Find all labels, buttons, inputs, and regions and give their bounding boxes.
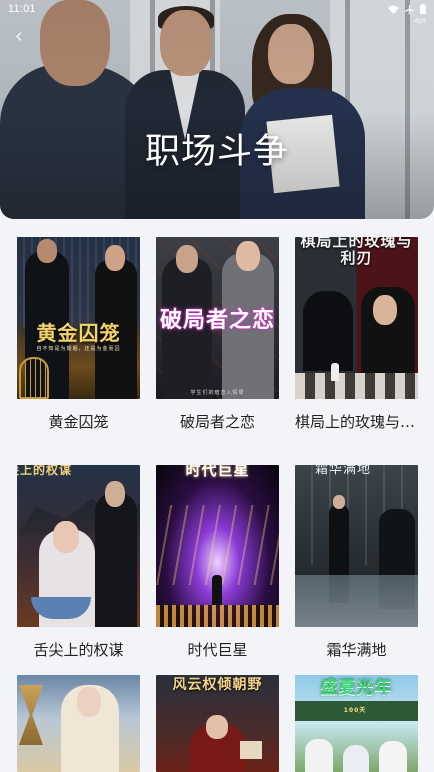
jewelry-box <box>240 741 262 759</box>
man-figure <box>95 493 137 627</box>
student-figure <box>343 745 369 772</box>
stage-lights-row <box>156 605 279 627</box>
drama-cover[interactable]: 时代巨星 <box>156 465 279 627</box>
drama-card[interactable]: 黄金囚笼 自不知是为婚姻，还是为金而囚 黄金囚笼 <box>17 237 140 431</box>
drama-cover[interactable] <box>17 675 140 772</box>
man-silhouette <box>303 291 353 371</box>
face <box>105 245 125 271</box>
drama-cover[interactable]: 舌尖上的权谋 <box>17 465 140 627</box>
hero-banner: 11:01 4p9 职场斗争 <box>0 0 434 219</box>
drama-title[interactable]: 破局者之恋 <box>156 411 279 432</box>
face <box>105 481 125 507</box>
face <box>206 715 228 739</box>
drama-card[interactable]: 霜华满地 霜华满地 <box>295 465 418 659</box>
drama-card[interactable]: 盛夏光年 100天 <box>295 675 418 772</box>
drama-cover[interactable]: 盛夏光年 100天 <box>295 675 418 772</box>
face <box>176 245 198 273</box>
cover-title: 棋局上的玫瑰与利刃 <box>300 237 413 267</box>
drama-cover[interactable]: 棋局上的玫瑰与利刃 <box>295 237 418 399</box>
cover-title: 黄金囚笼 <box>36 321 121 345</box>
drama-card[interactable]: 风云权倾朝野 <box>156 675 279 772</box>
cover-title: 时代巨星 <box>185 465 250 479</box>
cover-title: 舌尖上的权谋 <box>17 465 72 477</box>
status-time: 11:01 <box>8 3 36 15</box>
hourglass <box>19 685 43 745</box>
cover-title: 风云权倾朝野 <box>172 677 263 693</box>
corner-tag: 4p9 <box>414 18 426 25</box>
drama-title[interactable]: 黄金囚笼 <box>17 411 140 432</box>
face <box>333 495 345 509</box>
drama-cover[interactable]: 霜华满地 <box>295 465 418 627</box>
drama-title[interactable]: 霜华满地 <box>295 639 418 660</box>
drama-card[interactable]: 破局者之恋 学生们的暗恋入情局 破局者之恋 <box>156 237 279 431</box>
student-figure <box>305 739 333 772</box>
drama-cover[interactable]: 黄金囚笼 自不知是为婚姻，还是为金而囚 <box>17 237 140 399</box>
cover-title: 盛夏光年 <box>320 678 393 698</box>
drama-card[interactable]: 棋局上的玫瑰与利刃 棋局上的玫瑰与利刃 <box>295 237 418 431</box>
drama-cover[interactable]: 风云权倾朝野 <box>156 675 279 772</box>
cover-title: 破局者之恋 <box>159 308 275 333</box>
drama-title[interactable]: 舌尖上的权谋 <box>17 639 140 660</box>
wifi-icon <box>388 5 399 17</box>
drama-cover[interactable]: 破局者之恋 学生们的暗恋入情局 <box>156 237 279 399</box>
face <box>236 241 260 271</box>
airplane-icon <box>405 4 414 17</box>
gold-cage <box>19 357 49 399</box>
status-icons <box>388 4 426 17</box>
student-figure <box>379 741 407 772</box>
drama-title[interactable]: 时代巨星 <box>156 639 279 660</box>
frost-floor <box>295 575 418 627</box>
back-button[interactable] <box>10 26 28 48</box>
face <box>373 295 397 325</box>
face <box>77 687 101 717</box>
cover-title: 霜华满地 <box>314 465 371 477</box>
face <box>53 521 79 553</box>
cover-caption: 自不知是为婚姻，还是为金而囚 <box>36 346 121 352</box>
chessboard <box>295 373 418 399</box>
chevron-left-icon <box>16 30 22 44</box>
drama-title[interactable]: 棋局上的玫瑰与利刃 <box>295 411 418 432</box>
drama-card[interactable]: 时代巨星 时代巨星 <box>156 465 279 659</box>
drama-card[interactable]: 舌尖上的权谋 舌尖上的权谋 <box>17 465 140 659</box>
performer-figure <box>212 575 222 605</box>
cover-caption: 学生们的暗恋入情局 <box>190 390 245 396</box>
stage-light-beams <box>156 505 279 585</box>
battery-icon <box>420 4 426 17</box>
page-title: 职场斗争 <box>144 132 289 172</box>
hero-shade <box>0 0 434 219</box>
drama-card[interactable] <box>17 675 140 772</box>
cover-caption: 100天 <box>343 707 367 714</box>
chess-piece <box>331 363 339 381</box>
face <box>37 239 57 263</box>
